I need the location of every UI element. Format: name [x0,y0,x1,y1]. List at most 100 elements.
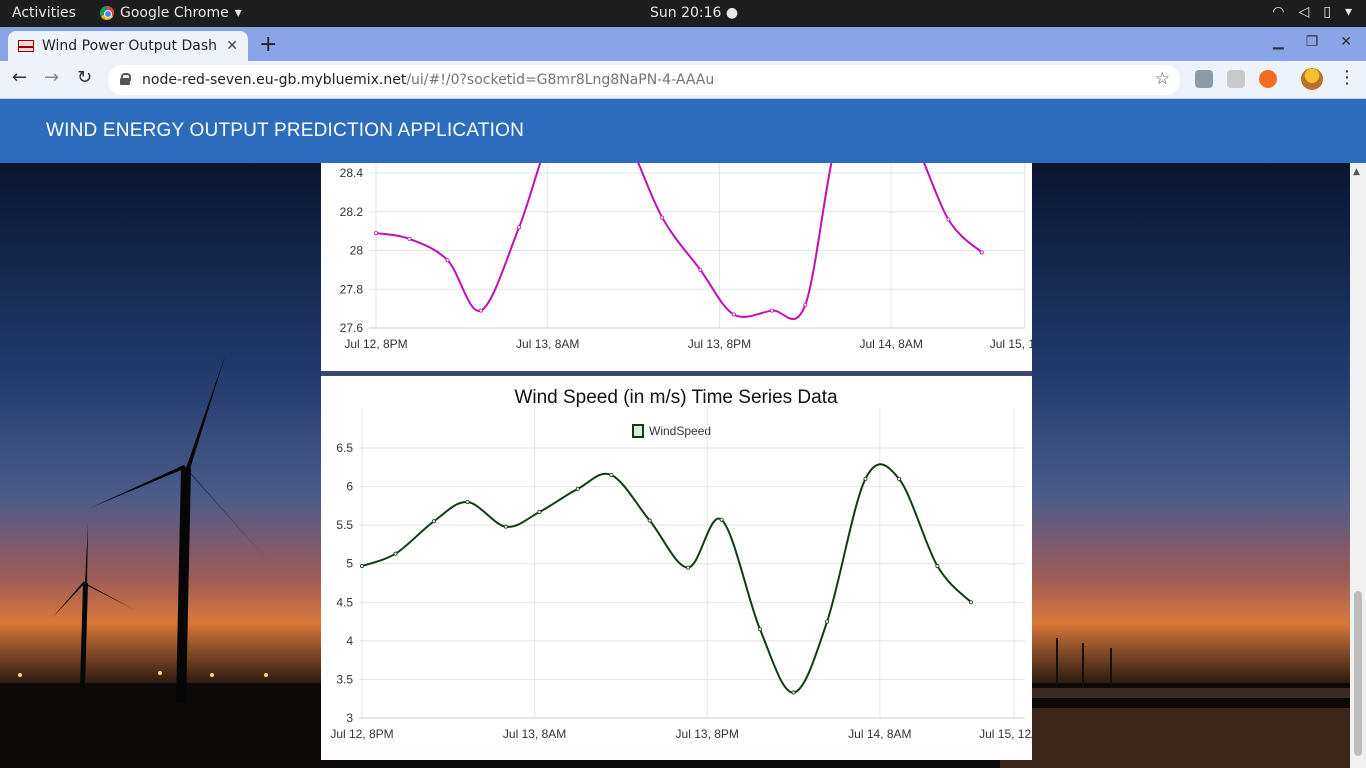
close-icon[interactable]: ✕ [226,38,238,54]
chevron-down-icon: ▾ [1344,4,1352,20]
new-tab-button[interactable]: + [259,32,277,57]
browser-toolbar: ← → ↻ node-red-seven.eu-gb.mybluemix.net… [0,61,1366,99]
y-tick-label: 4 [346,634,353,648]
menu-dots-icon[interactable]: ⋮ [1338,67,1356,88]
x-tick-label: Jul 15, 12AM [990,337,1032,351]
lock-icon[interactable] [120,73,131,85]
data-point [686,565,691,570]
data-point [647,518,652,523]
minimize-icon[interactable]: ▁ [1273,34,1284,50]
chart-card-top: 27.6 27.8 28 28.2 28.4 Jul 12, 8PM Jul 13, 8AM… [321,133,1060,371]
forward-arrow-icon[interactable]: → [44,67,59,88]
app-menu[interactable]: Google Chrome ▾ [100,5,242,21]
data-point [445,258,450,263]
battery-icon: ▯ [1323,4,1331,20]
y-tick-label: 4.5 [336,595,353,609]
data-point [719,517,724,522]
data-point [946,217,951,222]
extension-flame-icon[interactable] [1259,70,1277,88]
data-point [863,476,868,481]
page-scrollbar[interactable]: ▲ [1350,163,1366,768]
chrome-icon [100,6,114,20]
activities-button[interactable]: Activities [12,5,76,21]
y-tick-label: 6 [346,480,353,494]
series-group [360,463,973,695]
chart-title: Wind Speed (in m/s) Time Series Data [514,387,838,408]
data-point [660,215,665,220]
x-tick-label: Jul 15, 12AM [979,727,1032,741]
extension-owl-icon[interactable] [1195,70,1213,88]
data-point [517,225,522,230]
y-tick-label: 3.5 [336,672,353,686]
url-path: /ui/#!/0?socketid=G8mr8Lng8NaPN-4-AAAu [406,72,715,88]
data-point [478,308,483,313]
data-point [935,564,940,569]
url-host: node-red-seven.eu-gb.mybluemix.net [142,72,407,88]
os-top-bar: Activities Google Chrome ▾ Sun 20:16 ● ◠… [0,0,1366,27]
notification-dot-icon: ● [725,5,739,21]
data-point [537,510,542,515]
data-point [465,500,470,505]
data-point [360,564,365,569]
x-tick-label: Jul 13, 8PM [676,727,739,741]
legend-label[interactable]: WindSpeed [649,424,711,438]
y-tick-label: 28 [350,244,364,258]
wind-speed-line-chart: Wind Speed (in m/s) Time Series Data Win… [330,387,1049,741]
clock[interactable]: Sun 20:16 ● [650,5,738,21]
page-title: WIND ENERGY OUTPUT PREDICTION APPLICATIO… [46,120,524,141]
x-tick-label: Jul 12, 8PM [344,337,407,351]
restore-icon[interactable]: ❐ [1306,34,1319,50]
data-point [431,519,436,524]
wifi-icon: ◠ [1272,4,1285,20]
y-tick-label: 5.5 [336,518,353,532]
y-tick-label: 28.4 [340,166,364,180]
y-tick-label: 6.5 [336,441,353,455]
data-point [407,236,412,241]
tab-title: Wind Power Output Dash [42,38,218,54]
y-tick-label: 3 [346,711,353,725]
extension-r-icon[interactable] [1227,70,1245,88]
dashboard-header: WIND ENERGY OUTPUT PREDICTION APPLICATIO… [0,99,1366,163]
scroll-up-icon[interactable]: ▲ [1353,167,1360,177]
back-arrow-icon[interactable]: ← [12,67,27,88]
data-point [791,690,796,695]
data-point [393,551,398,556]
data-point [503,524,508,529]
x-tick-label: Jul 13, 8AM [503,727,566,741]
tab-strip: Wind Power Output Dash ✕ [0,27,1366,61]
reload-icon[interactable]: ↻ [77,67,92,88]
clock-label: Sun 20:16 [650,5,722,21]
data-point [374,231,379,236]
x-tick-label: Jul 12, 8PM [330,727,393,741]
y-tick-label: 5 [346,557,353,571]
profile-avatar[interactable] [1301,68,1323,90]
volume-icon: ◁ [1298,4,1310,20]
legend-swatch[interactable] [632,424,644,438]
browser-tab[interactable]: Wind Power Output Dash ✕ [8,31,248,61]
chart-card-wind-speed: Wind Speed (in m/s) Time Series Data Win… [321,376,1049,760]
top-line-chart: 27.6 27.8 28 28.2 28.4 Jul 12, 8PM Jul 13, 8AM… [340,133,1060,351]
series-group [374,133,984,320]
data-point [698,267,703,272]
address-bar[interactable]: node-red-seven.eu-gb.mybluemix.net/ui/#!… [108,65,1180,95]
x-tick-label: Jul 14, 8AM [859,337,922,351]
app-menu-label: Google Chrome [120,5,229,21]
data-point [575,486,580,491]
y-tick-label: 27.6 [340,321,364,335]
y-tick-label: 28.2 [340,205,364,219]
data-point [757,627,762,632]
x-tick-label: Jul 14, 8AM [848,727,911,741]
scrollbar-thumb[interactable] [1354,591,1362,756]
data-point [609,473,614,478]
x-tick-label: Jul 13, 8PM [688,337,751,351]
y-tick-label: 27.8 [340,282,364,296]
system-tray[interactable]: ◠ ◁ ▯ ▾ [1272,4,1352,20]
favicon-icon [18,40,34,52]
data-point [769,308,774,313]
data-point [897,476,902,481]
bookmark-star-icon[interactable]: ☆ [1155,69,1170,89]
close-window-icon[interactable]: ✕ [1340,34,1352,50]
data-point [979,250,984,255]
data-point [968,600,973,605]
data-point [731,312,736,317]
